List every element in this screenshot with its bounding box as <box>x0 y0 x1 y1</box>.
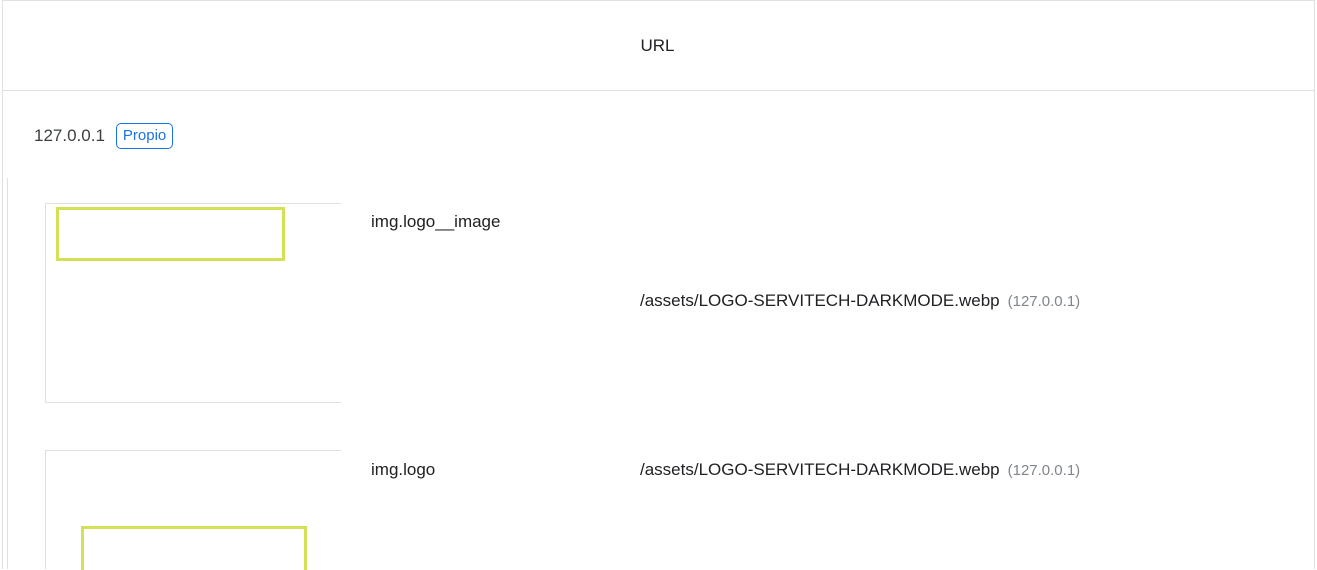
resource-url-origin: (127.0.0.1) <box>1007 462 1081 479</box>
resource-url-path[interactable]: /assets/LOGO-SERVITECH-DARKMODE.webp <box>640 291 1000 310</box>
element-selector[interactable]: img.logo__image <box>371 212 500 232</box>
url-column-header: URL <box>640 35 675 55</box>
element-highlight-box <box>56 207 285 261</box>
resource-url-path[interactable]: /assets/LOGO-SERVITECH-DARKMODE.webp <box>640 460 1000 479</box>
resource-url[interactable]: /assets/LOGO-SERVITECH-DARKMODE.webp (127… <box>640 291 1080 311</box>
resource-url-origin: (127.0.0.1) <box>1007 293 1081 310</box>
first-party-badge: Propio <box>115 123 174 149</box>
origin-host: 127.0.0.1 <box>34 126 105 145</box>
element-screenshot-thumbnail[interactable] <box>45 450 341 570</box>
origin-group-header: 127.0.0.1 Propio <box>34 121 174 151</box>
results-panel: URL 127.0.0.1 Propio img.logo__image /as… <box>2 0 1315 570</box>
element-selector[interactable]: img.logo <box>371 460 435 480</box>
element-screenshot-thumbnail[interactable] <box>45 203 341 403</box>
group-divider <box>7 178 8 569</box>
element-highlight-box <box>81 526 307 570</box>
resource-url[interactable]: /assets/LOGO-SERVITECH-DARKMODE.webp (127… <box>640 460 1080 480</box>
table-header: URL <box>3 0 1314 91</box>
